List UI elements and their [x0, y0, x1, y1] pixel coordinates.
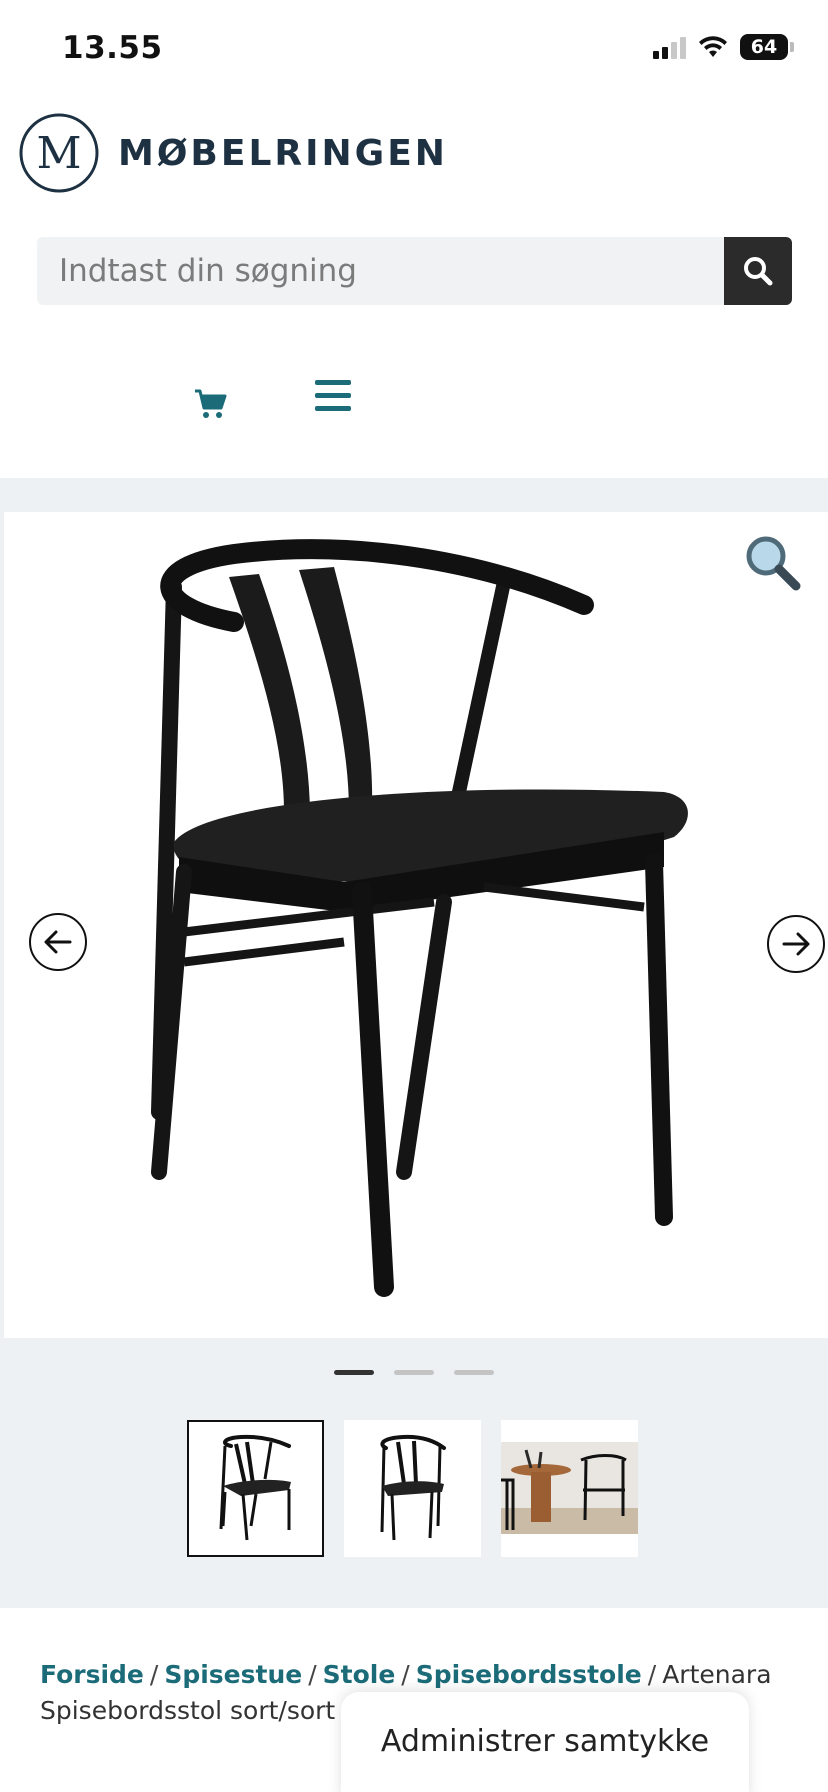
dining-room-thumbnail	[501, 1442, 638, 1534]
search-input[interactable]	[37, 237, 724, 305]
chair-thumbnail	[219, 1434, 291, 1540]
search-bar	[37, 237, 792, 305]
arrow-right-icon	[782, 932, 810, 956]
battery-icon: 64	[740, 34, 788, 60]
chair-thumbnail-angle	[379, 1434, 446, 1540]
site-logo[interactable]: M MØBELRINGEN	[18, 112, 448, 194]
breadcrumb-link-spisestue[interactable]: Spisestue	[164, 1660, 302, 1689]
chair-image	[151, 539, 688, 1297]
thumbnail-3[interactable]	[501, 1420, 638, 1557]
product-main-image[interactable]	[4, 512, 828, 1338]
breadcrumb-link-forside[interactable]: Forside	[40, 1660, 144, 1689]
status-bar: 13.55 64	[0, 0, 828, 100]
manage-consent-label: Administrer samtykke	[380, 1724, 710, 1759]
logo-text: MØBELRINGEN	[118, 132, 448, 174]
slide-dot-3[interactable]	[454, 1370, 494, 1375]
battery-level: 64	[750, 36, 778, 58]
breadcrumb-separator: /	[308, 1660, 317, 1689]
slide-dot-2[interactable]	[394, 1370, 434, 1375]
breadcrumb-link-stole[interactable]: Stole	[323, 1660, 396, 1689]
breadcrumb-separator: /	[149, 1660, 159, 1689]
header-nav	[0, 370, 828, 430]
slide-dot-1[interactable]	[334, 1370, 374, 1375]
product-gallery	[0, 478, 828, 1608]
menu-icon[interactable]	[313, 378, 353, 414]
wifi-icon	[699, 36, 727, 57]
status-icons: 64	[653, 34, 794, 60]
slide-indicators	[334, 1370, 494, 1375]
search-icon	[744, 257, 773, 286]
logo-letter: M	[36, 128, 81, 179]
next-image-button[interactable]	[767, 915, 825, 973]
manage-consent-button[interactable]: Administrer samtykke	[341, 1692, 749, 1792]
status-time: 13.55	[62, 30, 163, 66]
logo-mark-icon: M	[19, 113, 99, 193]
previous-image-button[interactable]	[29, 913, 87, 971]
breadcrumb-link-spisebordsstole[interactable]: Spisebordsstole	[416, 1660, 642, 1689]
search-button[interactable]	[724, 237, 792, 305]
breadcrumb-separator: /	[401, 1660, 410, 1689]
cart-icon[interactable]	[194, 388, 228, 420]
breadcrumb-separator: /	[647, 1660, 657, 1689]
zoom-icon[interactable]	[742, 532, 802, 592]
thumbnail-2[interactable]	[344, 1420, 481, 1557]
arrow-left-icon	[44, 930, 72, 954]
thumbnail-strip	[187, 1420, 638, 1557]
cellular-signal-icon	[653, 35, 686, 59]
thumbnail-1[interactable]	[187, 1420, 324, 1557]
battery-tip	[790, 42, 794, 52]
